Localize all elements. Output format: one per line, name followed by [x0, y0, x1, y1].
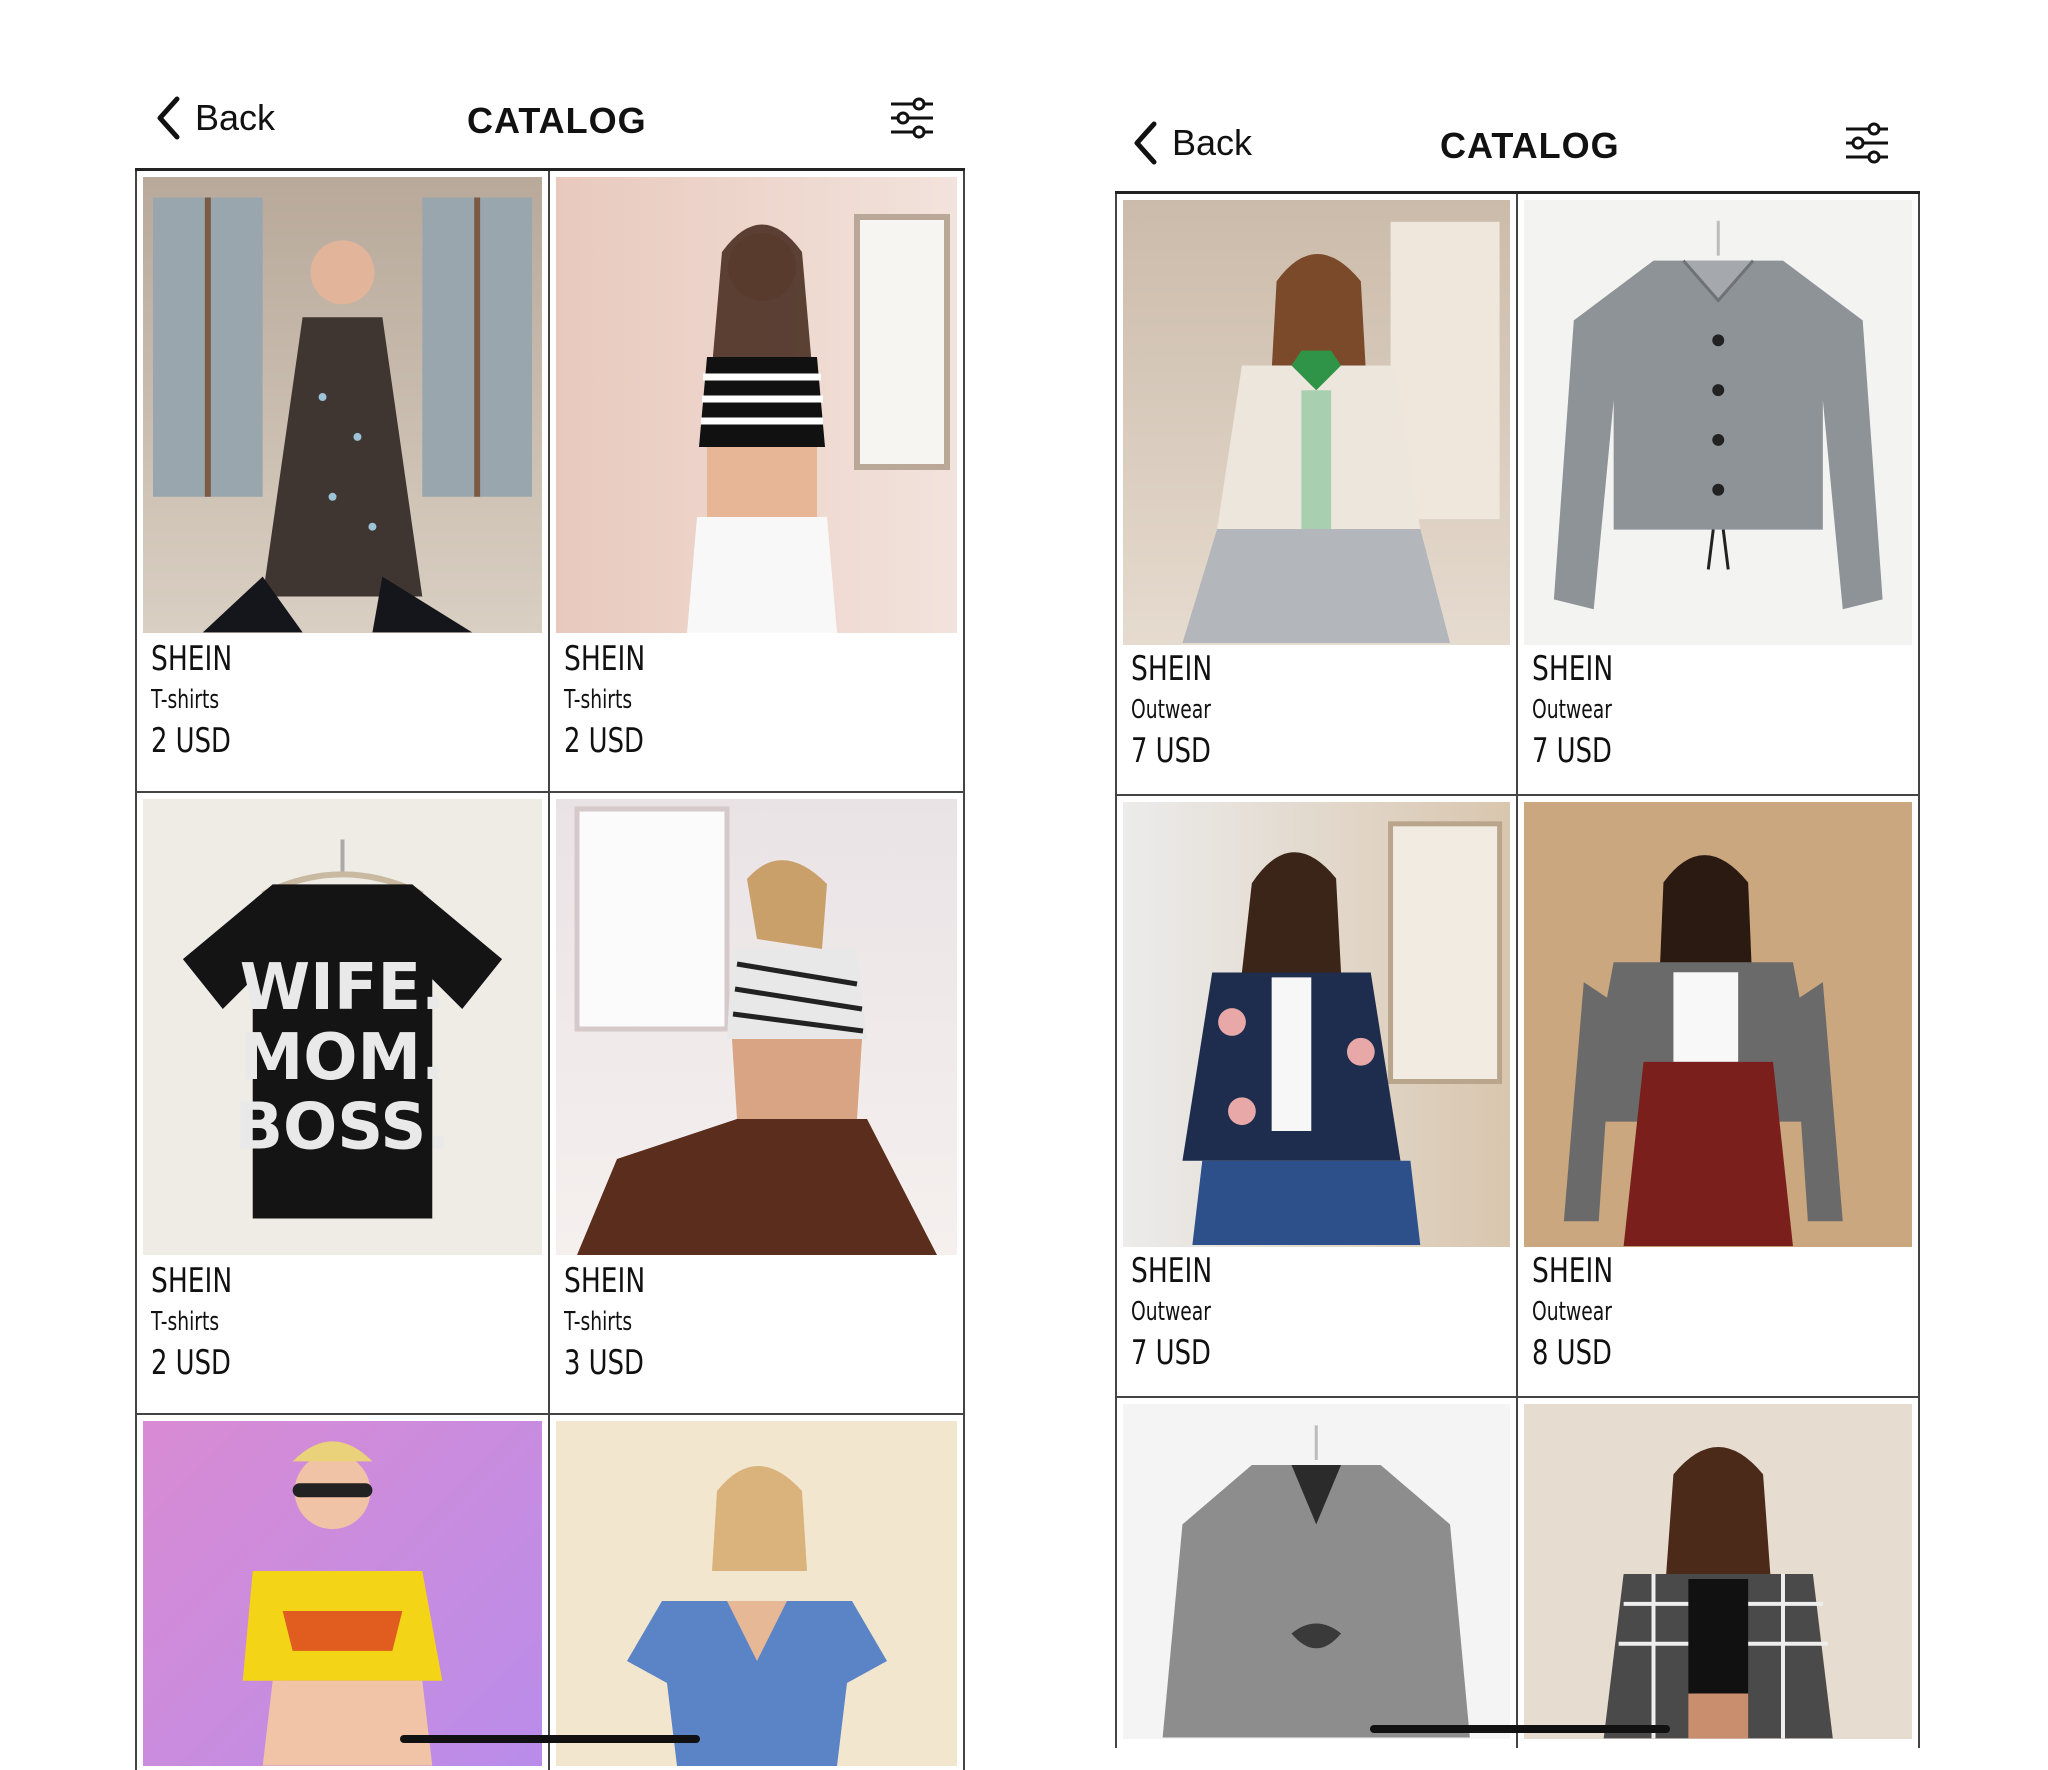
product-card[interactable]: SHEIN Outwear 7 USD: [1115, 194, 1518, 796]
back-button[interactable]: Back: [1132, 121, 1252, 165]
page-title: CATALOG: [467, 100, 647, 141]
product-price: 7 USD: [1531, 731, 1612, 771]
product-price: 8 USD: [1531, 1333, 1612, 1373]
back-label: Back: [195, 97, 276, 138]
product-image: [1523, 1404, 1912, 1739]
product-card[interactable]: SHEIN T-shirts 2 USD: [135, 171, 550, 793]
product-category: Outwear: [1131, 695, 1211, 725]
product-price: 3 USD: [564, 1343, 644, 1383]
home-indicator[interactable]: [400, 1735, 700, 1743]
home-indicator[interactable]: [1370, 1725, 1670, 1733]
product-category: Outwear: [1531, 695, 1612, 725]
product-card[interactable]: SHEIN Outwear 7 USD: [1517, 194, 1920, 796]
product-grid: SHEIN Outwear 7 USD SHEIN Outwear 7 USD: [1115, 191, 1920, 1748]
product-image: [556, 1421, 957, 1766]
product-category: T-shirts: [151, 685, 220, 715]
tee-print-line-1: WIFE.: [240, 951, 446, 1025]
header: Back CATALOG: [135, 80, 965, 168]
product-category: T-shirts: [564, 1307, 633, 1337]
product-image: [143, 177, 542, 633]
product-card[interactable]: [135, 1415, 550, 1770]
product-brand: SHEIN: [151, 1261, 233, 1301]
product-card[interactable]: WIFE. MOM. BOSS. SHEIN T-shirts 2 USD: [135, 793, 550, 1415]
product-category: Outwear: [1131, 1297, 1211, 1327]
tee-print-line-3: BOSS.: [234, 1091, 450, 1165]
product-card[interactable]: [1115, 1398, 1518, 1748]
product-price: 7 USD: [1131, 1333, 1211, 1373]
product-price: 2 USD: [151, 1343, 231, 1383]
product-brand: SHEIN: [1531, 649, 1613, 689]
product-image: [1123, 802, 1510, 1247]
product-category: Outwear: [1531, 1297, 1612, 1327]
product-card[interactable]: SHEIN Outwear 7 USD: [1115, 796, 1518, 1398]
product-grid: SHEIN T-shirts 2 USD SHEIN T-shirts 2 US…: [135, 168, 965, 1770]
page-title: CATALOG: [1440, 125, 1620, 166]
product-category: T-shirts: [151, 1307, 220, 1337]
chevron-left-icon: [157, 96, 180, 140]
product-card[interactable]: SHEIN Outwear 8 USD: [1517, 796, 1920, 1398]
product-price: 2 USD: [564, 721, 644, 761]
product-brand: SHEIN: [564, 639, 646, 679]
chevron-left-icon: [1134, 121, 1157, 165]
product-image: [143, 1421, 542, 1766]
back-button[interactable]: Back: [155, 96, 275, 140]
product-brand: SHEIN: [564, 1261, 646, 1301]
product-brand: SHEIN: [1131, 1251, 1213, 1291]
product-image: [1523, 802, 1912, 1247]
product-card[interactable]: SHEIN T-shirts 3 USD: [550, 793, 965, 1415]
product-card[interactable]: [550, 1415, 965, 1770]
back-label: Back: [1172, 122, 1253, 163]
filter-sliders-icon[interactable]: [889, 96, 935, 142]
catalog-screen-tshirts: Back CATALOG SHEIN T-shirts 2 USD SHEIN …: [135, 80, 965, 1770]
product-brand: SHEIN: [1131, 649, 1213, 689]
product-image: [556, 177, 957, 633]
product-card[interactable]: [1518, 1398, 1920, 1748]
tee-print-line-2: MOM.: [240, 1021, 446, 1095]
catalog-screen-outwear: Back CATALOG SHEIN Outwear 7 USD SHEIN O…: [1115, 105, 1920, 1770]
product-image: [1123, 200, 1510, 645]
product-image: [1523, 200, 1912, 645]
product-image: WIFE. MOM. BOSS.: [143, 799, 542, 1255]
header: Back CATALOG: [1115, 105, 1920, 193]
product-price: 2 USD: [151, 721, 231, 761]
product-brand: SHEIN: [1531, 1251, 1613, 1291]
product-image: [556, 799, 957, 1255]
product-card[interactable]: SHEIN T-shirts 2 USD: [550, 171, 965, 793]
product-category: T-shirts: [564, 685, 633, 715]
product-price: 7 USD: [1131, 731, 1211, 771]
filter-sliders-icon[interactable]: [1844, 121, 1890, 167]
product-image: [1123, 1404, 1510, 1739]
product-brand: SHEIN: [151, 639, 233, 679]
